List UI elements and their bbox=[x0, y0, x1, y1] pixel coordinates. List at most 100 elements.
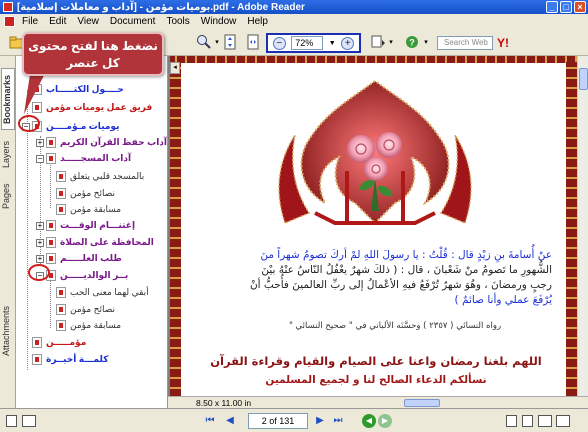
callout-line-1: نضغط هنا لفتح محتوى bbox=[28, 39, 158, 53]
bookmark-page-icon bbox=[56, 320, 66, 331]
continuous-view-icon[interactable] bbox=[522, 415, 533, 427]
next-page-button[interactable]: ▶ bbox=[314, 415, 326, 427]
page-layout-dropdown-icon[interactable]: ▾ bbox=[383, 34, 399, 50]
single-page-icon[interactable] bbox=[6, 415, 17, 427]
instruction-callout: نضغط هنا لفتح محتوى كل عنصر bbox=[22, 32, 164, 76]
vertical-scrollbar[interactable] bbox=[577, 56, 588, 396]
bookmarks-panel: حــــول الكتـــــاب فريق عمل يوميات مؤمن… bbox=[16, 56, 168, 408]
tree-line bbox=[50, 160, 51, 208]
go-back-icon[interactable]: ◀ bbox=[362, 414, 376, 428]
bookmark-item[interactable]: فريق عمل يوميات مؤمن bbox=[32, 101, 152, 114]
minimize-button[interactable]: _ bbox=[546, 1, 558, 13]
highlight-circle bbox=[28, 264, 50, 281]
tab-layers[interactable]: Layers bbox=[1, 136, 15, 172]
page-size-label: 8.50 x 11.00 in bbox=[196, 398, 252, 408]
zoom-out-button[interactable]: − bbox=[272, 36, 286, 50]
go-forward-icon[interactable]: ▶ bbox=[378, 414, 392, 428]
close-button[interactable]: × bbox=[574, 1, 586, 13]
side-tabs: Bookmarks Layers Pages Attachments bbox=[0, 56, 16, 408]
bookmark-page-icon bbox=[46, 237, 56, 248]
bookmark-item[interactable]: + إغتنـــام الوقـــت bbox=[36, 219, 135, 232]
menu-edit[interactable]: Edit bbox=[49, 16, 66, 27]
page-border-top bbox=[170, 56, 577, 63]
facing-view-icon[interactable] bbox=[538, 415, 552, 427]
svg-text:?: ? bbox=[409, 38, 415, 48]
panel-collapse-icon[interactable]: ◂ bbox=[170, 62, 180, 74]
bookmark-item[interactable]: بالمسجد قلبي يتعلق bbox=[56, 170, 144, 183]
expand-icon[interactable]: + bbox=[36, 238, 44, 247]
expand-icon[interactable]: + bbox=[36, 138, 44, 147]
bookmark-item[interactable]: مؤمـــــن bbox=[32, 336, 86, 349]
bookmark-page-icon bbox=[56, 188, 66, 199]
previous-page-button[interactable]: ◀ bbox=[224, 415, 236, 427]
bookmark-item[interactable]: مسابقة مؤمن bbox=[56, 203, 121, 216]
fit-width-icon[interactable] bbox=[245, 34, 261, 50]
bookmark-item[interactable]: مسابقة مؤمن bbox=[56, 319, 121, 332]
menu-file[interactable]: File bbox=[22, 16, 38, 27]
bookmark-page-icon bbox=[56, 204, 66, 215]
callout-line-2: كل عنصر bbox=[66, 56, 120, 70]
first-page-button[interactable]: ⏮ bbox=[204, 415, 216, 427]
continuous-page-icon[interactable] bbox=[22, 415, 36, 427]
bookmark-page-icon bbox=[46, 253, 56, 264]
hadith-line: رجبٍ ورمضانَ ، وهُوَ شهرٌ تُرْفَعُ فيهِ … bbox=[249, 279, 552, 291]
bookmark-page-icon bbox=[56, 304, 66, 315]
zoom-level-dropdown-icon[interactable]: ▼ bbox=[329, 40, 336, 47]
zoom-level-input[interactable]: 72% bbox=[291, 36, 324, 50]
bookmark-page-icon bbox=[32, 354, 42, 365]
maximize-button[interactable]: □ bbox=[560, 1, 572, 13]
bookmark-page-icon bbox=[32, 337, 42, 348]
page-border-right bbox=[566, 62, 577, 396]
zoom-in-button[interactable]: + bbox=[341, 36, 355, 50]
hadith-source: رواه النسائي ( ٢٣٥٧ ) وحسَّنَه الألباني … bbox=[288, 321, 502, 331]
window-title: بوميات مؤمن - [آداب و معاملات إسلامية].p… bbox=[17, 1, 305, 13]
tab-bookmarks[interactable]: Bookmarks bbox=[1, 68, 15, 130]
page-number-field[interactable]: 2 of 131 bbox=[248, 413, 308, 429]
menu-help[interactable]: Help bbox=[247, 16, 268, 27]
bookmark-page-icon bbox=[46, 137, 56, 148]
bookmark-item[interactable]: نصائح مؤمن bbox=[56, 187, 115, 200]
dua-line-1: اللهم بلغنا رمضان واعنا على الصيام والقي… bbox=[210, 354, 542, 368]
bookmark-item[interactable]: أبقي لهما معنى الحب bbox=[56, 286, 149, 299]
scrollbar-thumb[interactable] bbox=[579, 68, 588, 90]
expand-icon[interactable]: + bbox=[36, 221, 44, 230]
dua-line-2: نسألكم الدعاء الصالح لنا و لجميع المسلمي… bbox=[265, 374, 487, 386]
hadith-line: عنْ أُسامةَ بنِ زيْدٍ قال : قُلْتُ : يا … bbox=[260, 249, 552, 261]
horizontal-scrollbar-thumb[interactable] bbox=[404, 399, 440, 407]
single-page-view-icon[interactable] bbox=[506, 415, 517, 427]
last-page-button[interactable]: ⏭ bbox=[332, 415, 344, 427]
bookmark-item[interactable]: + آداب حفظ القرآن الكريم bbox=[36, 136, 167, 149]
zoom-controls: − 72% ▼ + bbox=[266, 33, 361, 53]
bookmark-item[interactable]: + طلب العلـــــم bbox=[36, 252, 122, 265]
menu-view[interactable]: View bbox=[77, 16, 99, 27]
menu-document[interactable]: Document bbox=[110, 16, 156, 27]
bookmark-item[interactable]: حــــول الكتـــــاب bbox=[32, 83, 124, 96]
adobe-reader-icon bbox=[3, 2, 13, 12]
bookmark-page-icon bbox=[56, 287, 66, 298]
menu-tools[interactable]: Tools bbox=[166, 16, 189, 27]
calligraphy-ornament bbox=[278, 79, 472, 225]
bookmark-item[interactable]: + المحافظة على الصلاة bbox=[36, 236, 154, 249]
page-border-left bbox=[170, 62, 181, 396]
tab-pages[interactable]: Pages bbox=[1, 180, 15, 212]
document-menu-icon[interactable] bbox=[4, 16, 15, 27]
fit-page-icon[interactable] bbox=[222, 34, 238, 50]
bookmark-page-icon bbox=[56, 171, 66, 182]
bookmark-item[interactable]: نصائح مؤمن bbox=[56, 303, 115, 316]
yahoo-logo[interactable]: Y! bbox=[497, 36, 509, 50]
bookmark-page-icon bbox=[46, 153, 56, 164]
hadith-line: الشُّهورِ ما تَصومُ منْ شَعْبانَ ، قال :… bbox=[261, 264, 552, 276]
expand-icon[interactable]: + bbox=[36, 254, 44, 263]
search-web-input[interactable]: Search Web bbox=[437, 36, 493, 50]
help-dropdown-icon[interactable]: ▾ bbox=[418, 34, 434, 50]
menu-window[interactable]: Window bbox=[201, 16, 237, 27]
bookmark-item[interactable]: كلمـــة أخيــرة bbox=[32, 353, 108, 366]
bookmark-page-icon bbox=[46, 220, 56, 231]
tab-attachments[interactable]: Attachments bbox=[1, 296, 15, 366]
highlight-circle bbox=[18, 115, 40, 132]
hadith-line: يُرْفَعَ عملي وأنا صائمٌ ) bbox=[454, 294, 552, 306]
collapse-icon[interactable]: − bbox=[36, 154, 44, 163]
bookmark-item[interactable]: − آداب المسجـــــد bbox=[36, 152, 131, 165]
continuous-facing-view-icon[interactable] bbox=[556, 415, 570, 427]
status-bar: ⏮ ◀ 2 of 131 ▶ ⏭ ◀ ▶ bbox=[0, 408, 588, 432]
